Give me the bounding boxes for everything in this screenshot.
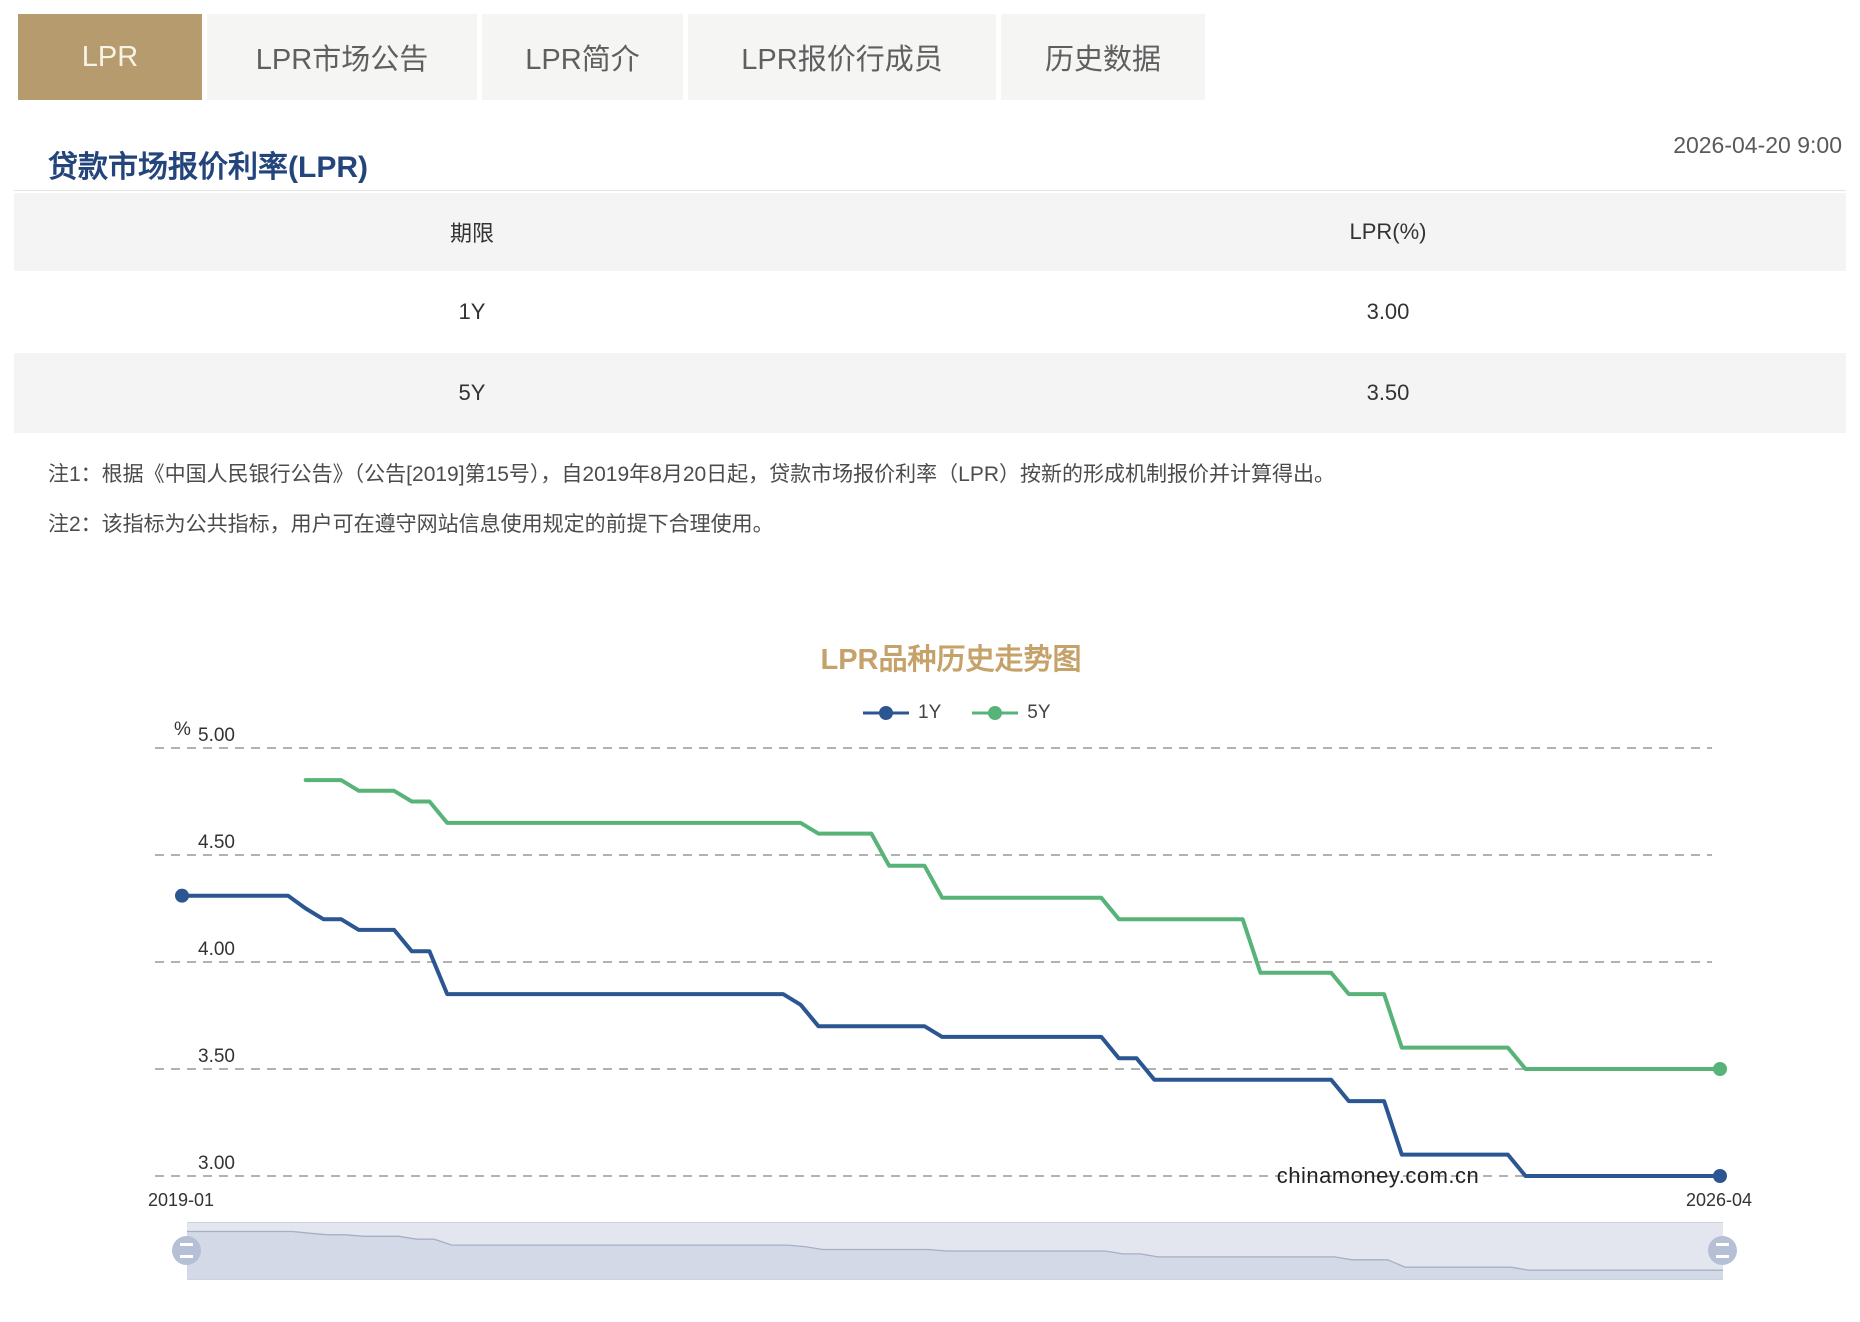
series-end-dot-5y bbox=[1713, 1062, 1727, 1076]
datazoom-left-handle[interactable] bbox=[172, 1236, 201, 1265]
grip-icon bbox=[180, 1243, 193, 1258]
grip-icon bbox=[1716, 1243, 1729, 1258]
watermark: chinamoney.com.cn bbox=[1268, 1163, 1488, 1189]
series-start-dot-1y bbox=[175, 889, 189, 903]
y-tick-label: 4.00 bbox=[198, 939, 235, 960]
y-tick-label: 5.00 bbox=[198, 725, 235, 746]
y-tick-label: 3.00 bbox=[198, 1153, 235, 1174]
x-axis-label-start: 2019-01 bbox=[148, 1190, 214, 1211]
x-axis-label-end: 2026-04 bbox=[1686, 1190, 1752, 1211]
series-line-5y bbox=[306, 780, 1720, 1069]
chart-plot: 5.00 4.50 4.00 3.50 3.00% bbox=[0, 0, 1860, 1322]
series-line-1y bbox=[182, 896, 1720, 1176]
series-end-dot-1y bbox=[1713, 1169, 1727, 1183]
y-tick-label: 3.50 bbox=[198, 1046, 235, 1067]
datazoom-right-handle[interactable] bbox=[1708, 1236, 1737, 1265]
datazoom-preview bbox=[187, 1223, 1723, 1279]
lpr-page: LPR LPR市场公告 LPR简介 LPR报价行成员 历史数据 贷款市场报价利率… bbox=[0, 0, 1860, 1322]
datazoom-slider[interactable] bbox=[187, 1222, 1723, 1280]
y-tick-label: 4.50 bbox=[198, 832, 235, 853]
y-axis-unit: % bbox=[174, 719, 191, 740]
